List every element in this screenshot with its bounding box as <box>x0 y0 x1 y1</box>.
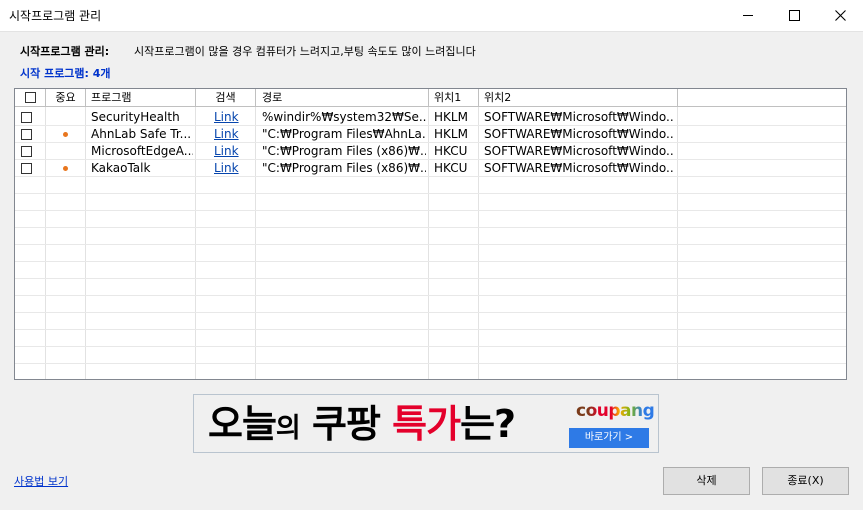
row-checkbox[interactable] <box>21 112 32 123</box>
brand-text: coupang <box>576 401 655 421</box>
table-header: 중요 프로그램 검색 경로 위치1 위치2 <box>15 89 846 107</box>
close-icon <box>834 10 846 21</box>
table-row[interactable]: AhnLab Safe Tr... Link "C:₩Program Files… <box>15 126 846 143</box>
ad-text-of: 의 <box>275 413 301 444</box>
select-all-checkbox[interactable] <box>25 92 36 103</box>
ad-text-deal: 특가 <box>392 402 461 446</box>
row-divider <box>15 210 846 211</box>
row-divider <box>15 278 846 279</box>
row-divider <box>15 346 846 347</box>
location2-value: SOFTWARE₩Microsoft₩Windo... <box>484 161 674 175</box>
window-title: 시작프로그램 관리 <box>9 9 102 23</box>
location2-value: SOFTWARE₩Microsoft₩Windo... <box>484 144 674 158</box>
program-name: SecurityHealth <box>91 110 180 124</box>
location1-value: HKCU <box>434 161 468 175</box>
row-divider <box>15 193 846 194</box>
program-name: MicrosoftEdgeA... <box>91 144 193 158</box>
important-indicator <box>63 132 68 137</box>
header-description: 시작프로그램이 많을 경우 컴퓨터가 느려지고,부팅 속도도 많이 느려집니다 <box>134 45 476 58</box>
row-divider <box>15 295 846 296</box>
row-checkbox[interactable] <box>21 129 32 140</box>
path-value: "C:₩Program Files (x86)₩... <box>262 161 426 175</box>
location1-value: HKLM <box>434 127 468 141</box>
title-divider <box>0 31 863 32</box>
row-divider <box>15 312 846 313</box>
search-link[interactable]: Link <box>214 126 239 143</box>
header-select-all[interactable] <box>15 89 46 106</box>
program-name: AhnLab Safe Tr... <box>91 127 192 141</box>
ad-go-button[interactable]: 바로가기 > <box>569 428 649 448</box>
close-window-button[interactable] <box>817 0 863 31</box>
usage-guide-link[interactable]: 사용법 보기 <box>14 473 68 489</box>
ad-headline: 오늘의 쿠팡 특가는? <box>208 398 516 455</box>
path-value: %windir%₩system32₩Se... <box>262 110 426 124</box>
location1-value: HKCU <box>434 144 468 158</box>
row-divider <box>15 227 846 228</box>
location2-value: SOFTWARE₩Microsoft₩Windo... <box>484 110 674 124</box>
table-row[interactable]: SecurityHealth Link %windir%₩system32₩Se… <box>15 109 846 126</box>
column-header-program[interactable]: 프로그램 <box>86 89 196 106</box>
ad-text-today: 오늘 <box>208 402 277 446</box>
ad-text-coupang: 쿠팡 <box>299 402 393 446</box>
column-header-location1[interactable]: 위치1 <box>429 89 479 106</box>
startup-count: 시작 프로그램: 4개 <box>20 67 111 80</box>
search-link[interactable]: Link <box>214 160 239 177</box>
maximize-button[interactable] <box>771 0 817 31</box>
column-header-search[interactable]: 검색 <box>196 89 256 106</box>
exit-button[interactable]: 종료(X) <box>762 467 849 495</box>
search-link[interactable]: Link <box>214 109 239 126</box>
ad-text-question: 는? <box>460 402 516 446</box>
column-header-important[interactable]: 중요 <box>46 89 86 106</box>
coupang-ad-banner[interactable]: 오늘의 쿠팡 특가는? coupang 바로가기 > <box>193 394 659 453</box>
minimize-icon <box>743 15 753 16</box>
row-divider <box>15 329 846 330</box>
row-divider <box>15 363 846 364</box>
coupang-logo: coupang <box>576 401 655 421</box>
startup-table[interactable]: 중요 프로그램 검색 경로 위치1 위치2 SecurityHealth Lin… <box>14 88 847 380</box>
maximize-icon <box>788 10 800 21</box>
path-value: "C:₩Program Files (x86)₩... <box>262 144 426 158</box>
location2-value: SOFTWARE₩Microsoft₩Windo... <box>484 127 674 141</box>
column-header-path[interactable]: 경로 <box>256 89 429 106</box>
title-bar: 시작프로그램 관리 <box>0 0 863 31</box>
column-header-location2[interactable]: 위치2 <box>479 89 678 106</box>
search-link[interactable]: Link <box>214 143 239 160</box>
row-checkbox[interactable] <box>21 163 32 174</box>
delete-button[interactable]: 삭제 <box>663 467 750 495</box>
minimize-button[interactable] <box>725 0 771 31</box>
path-value: "C:₩Program Files₩AhnLa... <box>262 127 426 141</box>
program-name: KakaoTalk <box>91 161 151 175</box>
header-label: 시작프로그램 관리: <box>20 45 110 58</box>
row-divider <box>15 261 846 262</box>
row-divider <box>15 244 846 245</box>
location1-value: HKLM <box>434 110 468 124</box>
row-checkbox[interactable] <box>21 146 32 157</box>
important-indicator <box>63 166 68 171</box>
table-row[interactable]: KakaoTalk Link "C:₩Program Files (x86)₩.… <box>15 160 846 177</box>
table-row[interactable]: MicrosoftEdgeA... Link "C:₩Program Files… <box>15 143 846 160</box>
